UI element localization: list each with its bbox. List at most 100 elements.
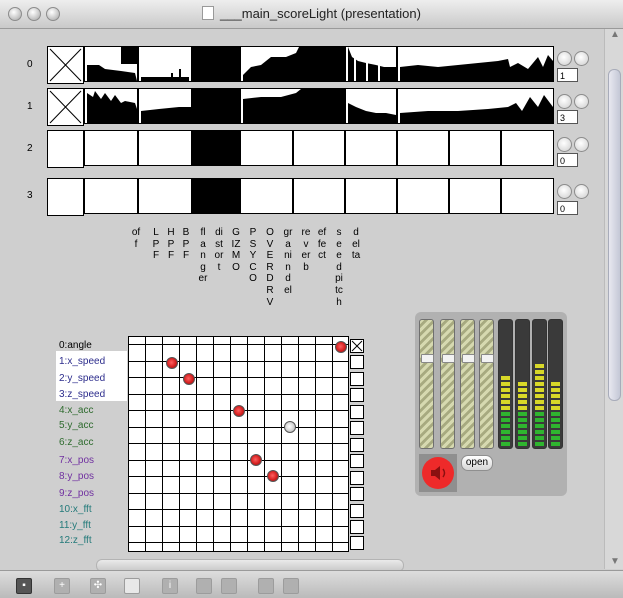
row-2-button-b[interactable] <box>574 137 589 152</box>
score-cell-1-3[interactable] <box>240 88 345 124</box>
param-6[interactable]: 6:z_acc <box>59 437 93 448</box>
score-cell-2-5[interactable] <box>345 130 397 166</box>
score-cell-0-3[interactable] <box>240 46 345 82</box>
param-3[interactable]: 3:z_speed <box>59 389 105 400</box>
score-cell-3-0[interactable] <box>84 178 138 214</box>
score-cell-1-2[interactable] <box>192 88 240 124</box>
score-cell-2-8[interactable] <box>501 130 554 166</box>
audio-toggle[interactable] <box>419 454 457 492</box>
matrix-row-toggle[interactable] <box>350 504 364 518</box>
score-cell-3-5[interactable] <box>345 178 397 214</box>
matrix-row-toggle[interactable] <box>350 520 364 534</box>
lock-icon[interactable]: ▪ <box>16 578 32 594</box>
row-toggle-x[interactable] <box>350 339 364 353</box>
score-cell-1-5[interactable] <box>397 88 554 124</box>
add-icon[interactable]: + <box>54 578 70 594</box>
row-0-button-a[interactable] <box>557 51 572 66</box>
matrix-row-toggle[interactable] <box>350 487 364 501</box>
matrix-row-toggle[interactable] <box>350 454 364 468</box>
matrix-marker[interactable] <box>233 405 245 417</box>
row-3-number[interactable]: 0 <box>557 201 578 215</box>
matrix-marker[interactable] <box>284 421 296 433</box>
score-cell-2-6[interactable] <box>397 130 449 166</box>
copy-icon[interactable] <box>196 578 212 594</box>
row-3-button-b[interactable] <box>574 184 589 199</box>
inspector-icon[interactable] <box>124 578 140 594</box>
scroll-up-icon[interactable]: ▲ <box>610 29 620 40</box>
score-cell-1-4[interactable] <box>345 88 397 124</box>
row-0-number[interactable]: 1 <box>557 68 578 82</box>
matrix-row-toggle[interactable] <box>350 355 364 369</box>
matrix-marker[interactable] <box>166 357 178 369</box>
score-cell-3-7[interactable] <box>449 178 501 214</box>
score-cell-3-1[interactable] <box>138 178 192 214</box>
score-cell-3-3[interactable] <box>240 178 293 214</box>
score-cell-0-2[interactable] <box>192 46 240 82</box>
row-1-button-b[interactable] <box>574 94 589 109</box>
matrix-row-toggle[interactable] <box>350 372 364 386</box>
row-2-number[interactable]: 0 <box>557 153 578 167</box>
score-cell-0-1[interactable] <box>138 46 192 82</box>
score-cell-2-1[interactable] <box>138 130 192 166</box>
param-8[interactable]: 8:y_pos <box>59 471 94 482</box>
param-1[interactable]: 1:x_speed <box>59 356 105 367</box>
open-button[interactable]: open <box>461 455 493 471</box>
matrix-row-toggle[interactable] <box>350 438 364 452</box>
score-cell-0-5[interactable] <box>397 46 554 82</box>
score-cell-2-4[interactable] <box>293 130 345 166</box>
score-cell-2-2[interactable] <box>192 130 240 166</box>
param-12[interactable]: 12:z_fft <box>59 535 92 546</box>
param-11[interactable]: 11:y_fft <box>59 520 91 531</box>
score-cell-3-6[interactable] <box>397 178 449 214</box>
score-cell-2-0[interactable] <box>84 130 138 166</box>
volume-fader[interactable] <box>479 319 494 449</box>
volume-fader[interactable] <box>460 319 475 449</box>
volume-fader[interactable] <box>440 319 455 449</box>
row-1-button-a[interactable] <box>557 94 572 109</box>
score-cell-1-0[interactable] <box>84 88 138 124</box>
fader-knob[interactable] <box>442 354 455 363</box>
score-cell-1-1[interactable] <box>138 88 192 124</box>
score-cell-0-0[interactable] <box>84 46 138 82</box>
row-1-number[interactable]: 3 <box>557 110 578 124</box>
matrix-row-toggle[interactable] <box>350 405 364 419</box>
fader-knob[interactable] <box>421 354 434 363</box>
row-toggle-3[interactable] <box>47 178 84 216</box>
matrix-row-toggle[interactable] <box>350 471 364 485</box>
row-2-button-a[interactable] <box>557 137 572 152</box>
matrix-row-toggle[interactable] <box>350 421 364 435</box>
row-toggle-1[interactable] <box>47 88 84 126</box>
score-cell-3-8[interactable] <box>501 178 554 214</box>
param-7[interactable]: 7:x_pos <box>59 455 94 466</box>
score-cell-2-3[interactable] <box>240 130 293 166</box>
grid-icon[interactable] <box>258 578 274 594</box>
info-icon[interactable]: i <box>162 578 178 594</box>
score-cell-3-2[interactable] <box>192 178 240 214</box>
row-toggle-0[interactable] <box>47 46 84 84</box>
score-cell-2-7[interactable] <box>449 130 501 166</box>
scroll-down-icon[interactable]: ▼ <box>610 556 620 567</box>
matrix-row-toggle[interactable] <box>350 388 364 402</box>
scroll-thumb[interactable] <box>608 69 621 401</box>
param-2[interactable]: 2:y_speed <box>59 373 105 384</box>
move-icon[interactable]: ✣ <box>90 578 106 594</box>
matrix-marker[interactable] <box>250 454 262 466</box>
row-toggle-2[interactable] <box>47 130 84 168</box>
param-0[interactable]: 0:angle <box>59 340 92 351</box>
score-cell-3-4[interactable] <box>293 178 345 214</box>
fader-knob[interactable] <box>481 354 494 363</box>
matrix-row-toggle[interactable] <box>350 536 364 550</box>
snap-icon[interactable] <box>283 578 299 594</box>
param-9[interactable]: 9:z_pos <box>59 488 94 499</box>
param-5[interactable]: 5:y_acc <box>59 420 93 431</box>
vertical-scrollbar[interactable]: ▲ ▼ <box>604 29 623 569</box>
volume-fader[interactable] <box>419 319 434 449</box>
paste-icon[interactable] <box>221 578 237 594</box>
param-10[interactable]: 10:x_fft <box>59 504 92 515</box>
fader-knob[interactable] <box>462 354 475 363</box>
param-4[interactable]: 4:x_acc <box>59 405 93 416</box>
row-3-button-a[interactable] <box>557 184 572 199</box>
matrix-marker[interactable] <box>267 470 279 482</box>
score-cell-0-4[interactable] <box>345 46 397 82</box>
row-0-button-b[interactable] <box>574 51 589 66</box>
